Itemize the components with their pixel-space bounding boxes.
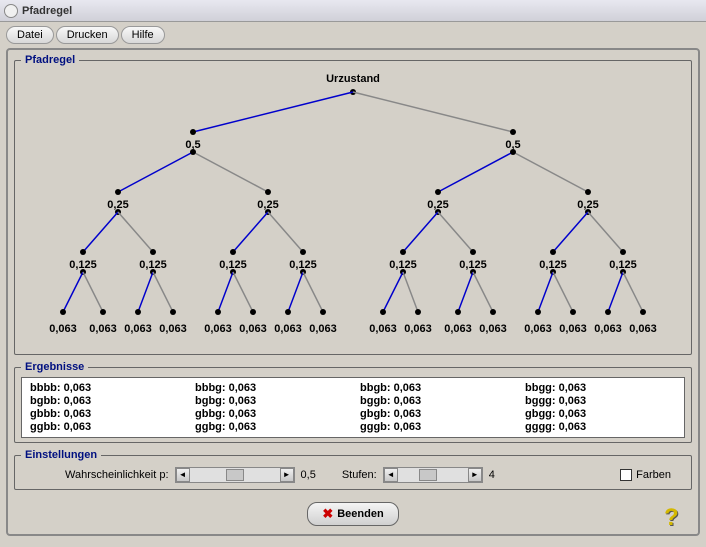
arrow-right-icon[interactable]: ► [280, 468, 294, 482]
checkbox-box[interactable] [620, 469, 632, 481]
result-item: bggg: 0,063 [525, 395, 676, 407]
scroll-track[interactable] [190, 468, 280, 482]
bottom-bar: ✖ Beenden ? [14, 496, 692, 528]
svg-text:0,063: 0,063 [89, 323, 117, 335]
result-item: gbbg: 0,063 [195, 408, 346, 420]
menubar: Datei Drucken Hilfe [6, 26, 700, 44]
svg-text:0,063: 0,063 [559, 323, 587, 335]
settings-row: Wahrscheinlichkeit p: ◄ ► 0,5 Stufen: ◄ … [21, 465, 685, 485]
farben-checkbox[interactable]: Farben [620, 469, 671, 481]
tree-diagram: Urzustand 0,5 0,5 0,25 0,25 0 [21, 70, 685, 350]
result-item: bggb: 0,063 [360, 395, 511, 407]
svg-text:0,063: 0,063 [204, 323, 232, 335]
svg-text:0,063: 0,063 [629, 323, 657, 335]
scroll-track[interactable] [398, 468, 468, 482]
result-item: bbbb: 0,063 [30, 382, 181, 394]
fieldset-ergebnisse: Ergebnisse bbbb: 0,063 bbbg: 0,063 bbgb:… [14, 361, 692, 443]
scroll-thumb[interactable] [419, 469, 437, 481]
app-icon [4, 4, 18, 18]
menu-drucken[interactable]: Drucken [56, 26, 119, 44]
result-item: bgbb: 0,063 [30, 395, 181, 407]
result-item: gbbb: 0,063 [30, 408, 181, 420]
svg-text:0,063: 0,063 [594, 323, 622, 335]
result-item: gbgg: 0,063 [525, 408, 676, 420]
main-frame: Pfadregel Urzustand 0,5 0,5 [6, 48, 700, 536]
svg-text:0,063: 0,063 [159, 323, 187, 335]
arrow-left-icon[interactable]: ◄ [176, 468, 190, 482]
window-body: Datei Drucken Hilfe Pfadregel Urzustand … [0, 22, 706, 542]
svg-text:0,063: 0,063 [239, 323, 267, 335]
legend-ergebnisse: Ergebnisse [21, 361, 88, 373]
result-item: bbgb: 0,063 [360, 382, 511, 394]
svg-text:0,063: 0,063 [524, 323, 552, 335]
result-item: gggg: 0,063 [525, 421, 676, 433]
result-item: ggbg: 0,063 [195, 421, 346, 433]
close-icon: ✖ [322, 506, 333, 522]
legend-pfadregel: Pfadregel [21, 54, 79, 66]
svg-text:0,063: 0,063 [124, 323, 152, 335]
tree-level4-nodes [60, 309, 646, 315]
result-item: ggbb: 0,063 [30, 421, 181, 433]
menu-datei[interactable]: Datei [6, 26, 54, 44]
fieldset-einstellungen: Einstellungen Wahrscheinlichkeit p: ◄ ► … [14, 449, 692, 490]
stufen-scrollbar[interactable]: ◄ ► [383, 467, 483, 483]
svg-text:0,063: 0,063 [49, 323, 77, 335]
arrow-right-icon[interactable]: ► [468, 468, 482, 482]
legend-einstellungen: Einstellungen [21, 449, 101, 461]
menu-hilfe[interactable]: Hilfe [121, 26, 165, 44]
tree-level4-edges [63, 272, 643, 312]
prob-scrollbar[interactable]: ◄ ► [175, 467, 295, 483]
svg-text:0,063: 0,063 [309, 323, 337, 335]
prob-label: Wahrscheinlichkeit p: [65, 469, 169, 481]
window-title: Pfadregel [22, 5, 72, 17]
svg-text:0,063: 0,063 [444, 323, 472, 335]
tree-root-label: Urzustand [326, 73, 380, 85]
svg-text:0,063: 0,063 [369, 323, 397, 335]
scroll-thumb[interactable] [226, 469, 244, 481]
results-box: bbbb: 0,063 bbbg: 0,063 bbgb: 0,063 bbgg… [21, 377, 685, 438]
titlebar: Pfadregel [0, 0, 706, 22]
svg-text:0,063: 0,063 [479, 323, 507, 335]
result-item: bbbg: 0,063 [195, 382, 346, 394]
result-item: gbgb: 0,063 [360, 408, 511, 420]
stufen-label: Stufen: [342, 469, 377, 481]
result-item: bbgg: 0,063 [525, 382, 676, 394]
help-icon[interactable]: ? [664, 504, 686, 526]
result-item: gggb: 0,063 [360, 421, 511, 433]
result-item: bgbg: 0,063 [195, 395, 346, 407]
farben-label: Farben [636, 469, 671, 481]
stufen-value: 4 [489, 469, 495, 481]
prob-value: 0,5 [301, 469, 316, 481]
arrow-left-icon[interactable]: ◄ [384, 468, 398, 482]
svg-text:0,063: 0,063 [404, 323, 432, 335]
beenden-label: Beenden [337, 508, 383, 520]
fieldset-pfadregel: Pfadregel Urzustand 0,5 0,5 [14, 54, 692, 355]
svg-text:0,063: 0,063 [274, 323, 302, 335]
beenden-button[interactable]: ✖ Beenden [307, 502, 398, 526]
